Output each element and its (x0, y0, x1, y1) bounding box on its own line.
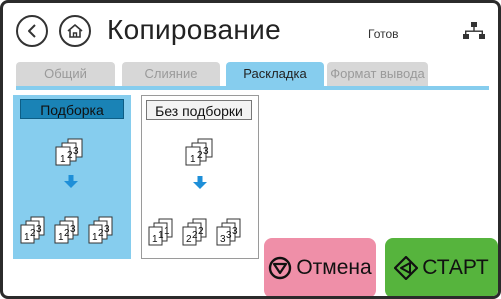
start-icon (394, 256, 419, 280)
arrow-down-icon (64, 175, 78, 188)
cancel-button[interactable]: Отмена (264, 238, 376, 296)
svg-text:1: 1 (164, 226, 170, 237)
tab-underline (16, 86, 489, 90)
collate-label: Подборка (20, 99, 124, 119)
svg-text:3: 3 (104, 224, 110, 235)
copy-screen: Копирование Готов Общий Слияние Раскладк… (0, 0, 501, 299)
svg-text:3: 3 (232, 226, 238, 237)
svg-text:3: 3 (36, 224, 42, 235)
tab-merge[interactable]: Слияние (122, 62, 220, 86)
tab-output-format[interactable]: Формат вывода (327, 62, 428, 86)
home-icon (67, 24, 83, 38)
uncollate-option[interactable]: Без подборки 1 2 3 1 1 1 2 2 2 3 3 3 (141, 95, 259, 259)
svg-text:1: 1 (60, 154, 66, 165)
svg-text:1: 1 (190, 154, 196, 165)
svg-text:2: 2 (198, 226, 204, 237)
uncollated-sets-icon: 1 1 1 2 2 2 3 3 3 (148, 218, 241, 246)
original-pages-icon: 1 2 3 (185, 138, 213, 166)
back-chevron-icon (28, 24, 36, 38)
original-pages-icon: 1 2 3 (55, 138, 83, 166)
stop-icon (269, 256, 292, 280)
collated-sets-icon: 1 2 3 1 2 3 1 2 3 (20, 216, 113, 244)
cancel-label: Отмена (296, 256, 372, 279)
header: Копирование Готов (3, 3, 498, 59)
arrow-down-icon (193, 176, 207, 189)
back-button[interactable] (16, 15, 48, 47)
start-label: СТАРТ (422, 256, 489, 279)
tab-general[interactable]: Общий (16, 62, 115, 86)
svg-text:3: 3 (70, 224, 76, 235)
status-text: Готов (368, 27, 399, 41)
network-icon (463, 22, 485, 39)
home-button[interactable] (59, 15, 91, 47)
svg-text:3: 3 (203, 146, 209, 157)
uncollate-label: Без подборки (146, 100, 252, 120)
page-title: Копирование (107, 14, 281, 45)
start-button[interactable]: СТАРТ (385, 238, 498, 296)
svg-text:3: 3 (73, 146, 79, 157)
collate-option[interactable]: Подборка 1 2 3 1 2 3 1 2 3 1 2 3 (13, 95, 131, 259)
tab-layout[interactable]: Раскладка (226, 62, 324, 86)
